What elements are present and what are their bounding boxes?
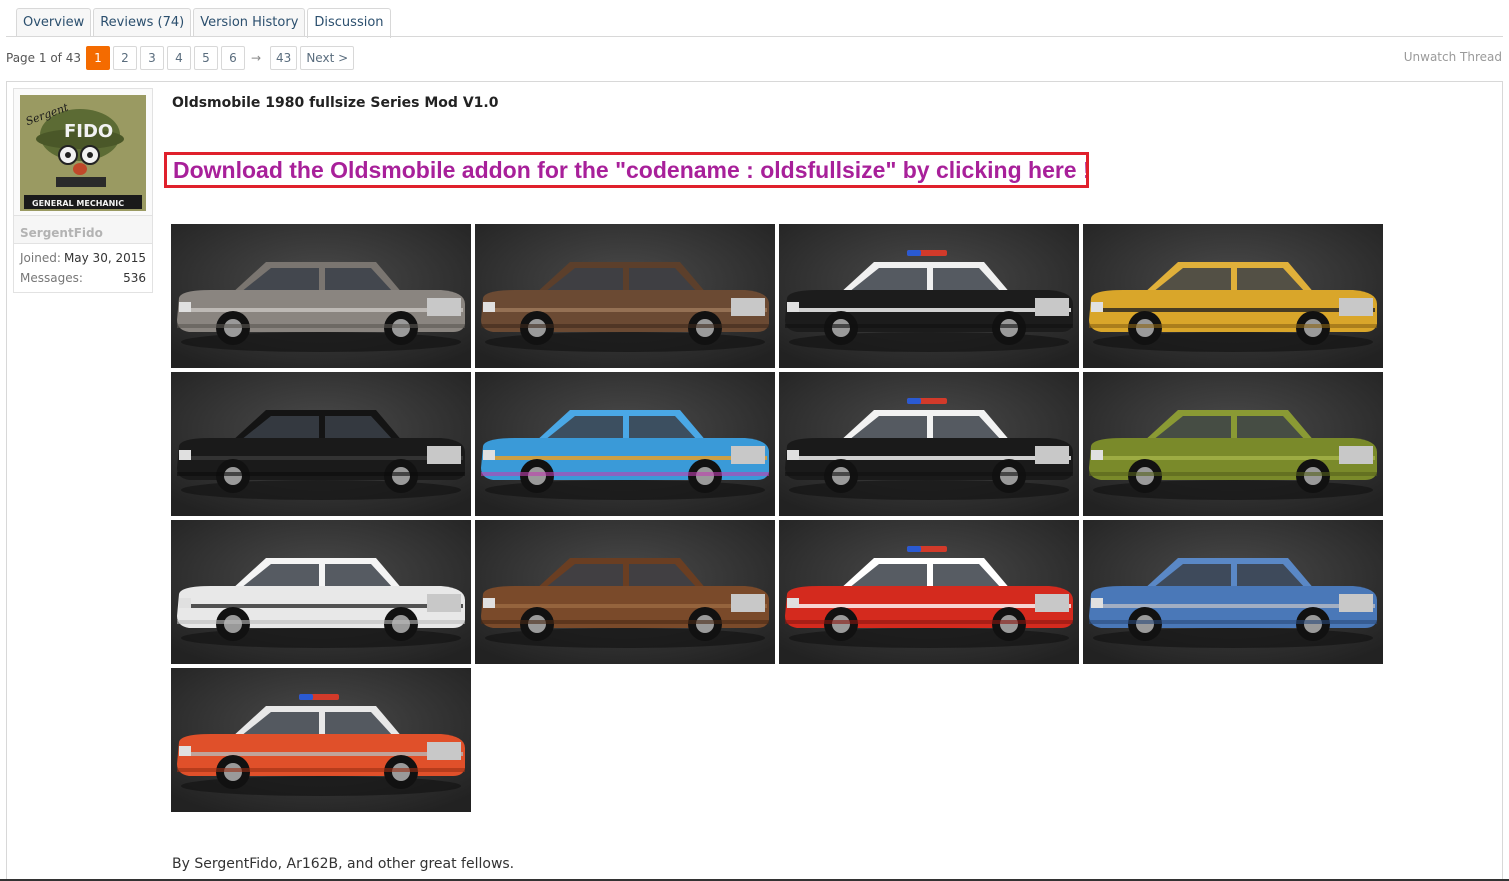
post-byline: By SergentFido, Ar162B, and other great … xyxy=(172,856,515,872)
car-grey-thumbnail[interactable] xyxy=(171,224,471,368)
car-olive-thumbnail[interactable] xyxy=(1083,372,1383,516)
avatar-frame: Sergent FIDO GENERAL MECHANIC xyxy=(13,88,153,216)
joined-label: Joined: xyxy=(20,251,61,265)
messages-row: Messages: 536 xyxy=(20,268,146,288)
joined-value: May 30, 2015 xyxy=(63,251,146,265)
tab-bar: Overview Reviews (74) Version History Di… xyxy=(16,8,393,38)
page-label: Page 1 of 43 xyxy=(6,51,81,65)
car-racing-7-thumbnail[interactable] xyxy=(475,372,775,516)
car-rusty-thumbnail[interactable] xyxy=(475,520,775,664)
next-page-button[interactable]: Next > xyxy=(300,46,355,70)
page-last-button[interactable]: 43 xyxy=(270,46,298,70)
tab-overview[interactable]: Overview xyxy=(16,8,92,37)
tab-version-history[interactable]: Version History xyxy=(193,8,306,37)
post-title: Oldsmobile 1980 fullsize Series Mod V1.0 xyxy=(172,95,499,111)
car-highway-patrol-thumbnail[interactable] xyxy=(779,224,1079,368)
car-blue-grand-sport-thumbnail[interactable] xyxy=(1083,520,1383,664)
page-1-button[interactable]: 1 xyxy=(85,46,110,70)
pagination: Page 1 of 43 1 2 3 4 5 6 → 43 Next > xyxy=(6,45,355,71)
page-4-button[interactable]: 4 xyxy=(166,46,191,70)
avatar-text-main: FIDO xyxy=(64,121,113,142)
user-stats: Joined: May 30, 2015 Messages: 536 xyxy=(13,244,153,293)
car-crash-test-thumbnail[interactable] xyxy=(171,520,471,664)
page-5-button[interactable]: 5 xyxy=(193,46,218,70)
messages-label: Messages: xyxy=(20,271,83,285)
user-info: Sergent FIDO GENERAL MECHANIC SergentFid… xyxy=(13,88,153,293)
page-3-button[interactable]: 3 xyxy=(139,46,164,70)
avatar[interactable]: Sergent FIDO GENERAL MECHANIC xyxy=(20,95,146,211)
car-police-911-thumbnail[interactable] xyxy=(779,372,1079,516)
tab-reviews[interactable]: Reviews (74) xyxy=(93,8,192,37)
skip-arrow-icon[interactable]: → xyxy=(251,51,261,65)
car-brown-thumbnail[interactable] xyxy=(475,224,775,368)
page-6-button[interactable]: 6 xyxy=(220,46,245,70)
username-box: SergentFido xyxy=(13,216,153,244)
car-orange-custom-thumbnail[interactable] xyxy=(171,668,471,812)
car-yellow-cab-thumbnail[interactable] xyxy=(1083,224,1383,368)
page-2-button[interactable]: 2 xyxy=(112,46,137,70)
joined-row: Joined: May 30, 2015 xyxy=(20,248,146,268)
messages-value: 536 xyxy=(123,271,146,285)
avatar-text-banner: GENERAL MECHANIC xyxy=(32,199,124,208)
avatar-image: Sergent FIDO GENERAL MECHANIC xyxy=(20,95,146,211)
car-black-thumbnail[interactable] xyxy=(171,372,471,516)
unwatch-thread-link[interactable]: Unwatch Thread xyxy=(1404,50,1502,64)
tabs-divider xyxy=(6,36,1503,37)
tab-discussion[interactable]: Discussion xyxy=(307,8,391,38)
car-fire-chief-thumbnail[interactable] xyxy=(779,520,1079,664)
download-link[interactable]: Download the Oldsmobile addon for the "c… xyxy=(164,152,1089,188)
username-link[interactable]: SergentFido xyxy=(20,226,103,240)
